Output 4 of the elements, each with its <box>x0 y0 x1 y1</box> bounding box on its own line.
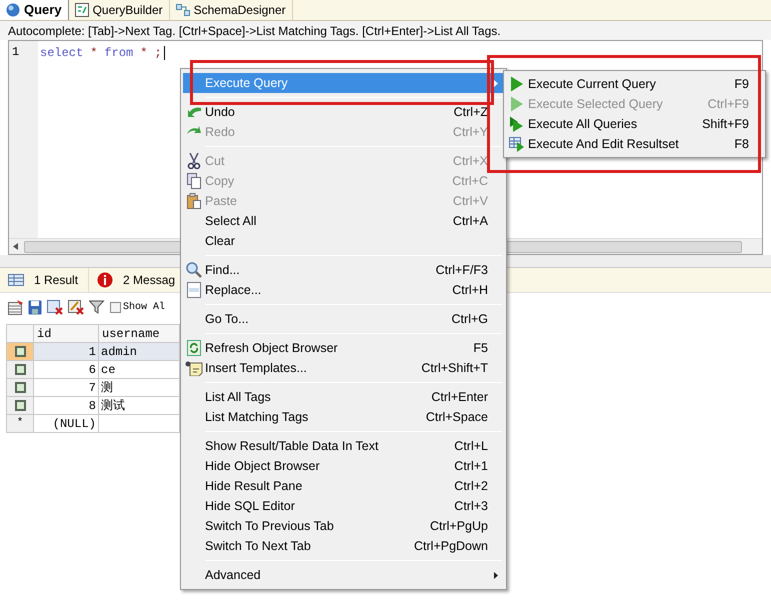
line-number: 1 <box>9 41 38 238</box>
autocomplete-hint: Autocomplete: [Tab]->Next Tag. [Ctrl+Space]->List Matching Tags. [Ctrl+Enter]->List All Tags. <box>8 22 501 40</box>
new-row-marker: * <box>16 416 24 432</box>
table-cell: (NULL) <box>34 415 99 433</box>
